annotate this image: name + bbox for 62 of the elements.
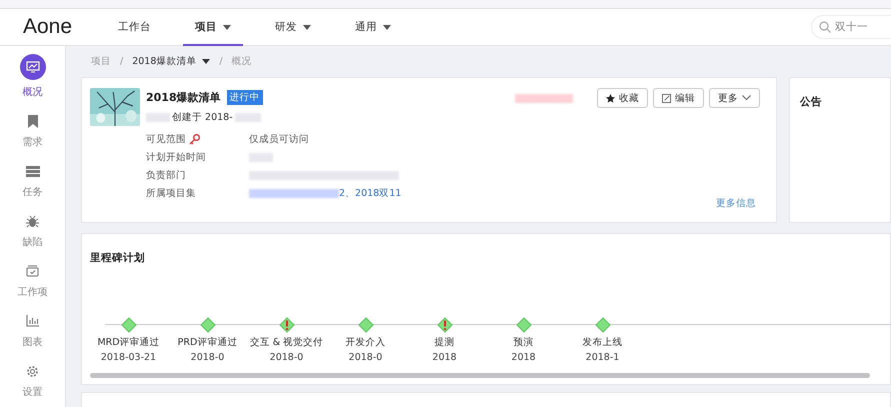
caret-icon bbox=[383, 24, 392, 30]
caret-icon bbox=[303, 24, 312, 30]
card-title: 公告 bbox=[800, 96, 822, 108]
milestone-name: 交互 & 视觉交付 bbox=[250, 336, 324, 349]
milestone-date: 2018-0 bbox=[270, 352, 304, 363]
nav-tab[interactable]: 项目 bbox=[183, 10, 244, 46]
field-label: 计划开始时间 bbox=[146, 151, 206, 165]
nav-tab[interactable]: 工作台 bbox=[106, 10, 164, 46]
inbox-icon bbox=[26, 265, 39, 277]
milestone-date: 2018 bbox=[432, 352, 457, 363]
breadcrumb-link[interactable]: 2018爆款清单 bbox=[132, 55, 210, 68]
milestone-name: 发布上线 bbox=[582, 336, 622, 349]
sidebar-item[interactable]: 任务 bbox=[22, 162, 42, 199]
search-field[interactable]: 双十一 bbox=[811, 15, 891, 39]
sidebar-item[interactable]: 需求 bbox=[22, 112, 42, 149]
caret-icon bbox=[202, 59, 210, 64]
milestone-name: PRD评审通过 bbox=[178, 336, 238, 349]
action-button[interactable]: 编辑 bbox=[653, 88, 704, 108]
action-button[interactable]: 更多 bbox=[709, 88, 760, 108]
chevron-down-icon bbox=[742, 95, 751, 101]
project-set-link[interactable]: 2、2018双11 bbox=[339, 186, 402, 201]
milestone-date: 2018 bbox=[511, 352, 536, 363]
sidebar-item[interactable]: 缺陷 bbox=[22, 212, 42, 249]
milestone-name: 开发介入 bbox=[346, 336, 386, 349]
status-badge: 进行中 bbox=[226, 90, 263, 105]
monitor-icon bbox=[26, 61, 40, 73]
edit-icon bbox=[662, 94, 671, 102]
project-title: 2018爆款清单 bbox=[146, 90, 221, 105]
bug-icon bbox=[26, 214, 39, 228]
search-icon bbox=[819, 21, 831, 33]
nav-tab[interactable]: 研发 bbox=[263, 10, 324, 46]
bookmark-icon bbox=[28, 114, 38, 128]
logo[interactable]: Aone bbox=[23, 15, 72, 39]
field-label: 可见范围 bbox=[146, 133, 186, 147]
milestone-name: MRD评审通过 bbox=[97, 336, 160, 349]
key-icon bbox=[189, 134, 200, 145]
settings-icon bbox=[26, 364, 39, 378]
breadcrumb-separator: / bbox=[219, 56, 223, 67]
card-title: 里程碑计划 bbox=[90, 252, 145, 264]
milestone-date: 2018-03-21 bbox=[100, 352, 156, 363]
more-info-link[interactable]: 更多信息 bbox=[716, 197, 756, 210]
milestone-date: 2018-0 bbox=[190, 352, 224, 363]
created-date: 创建于 2018- bbox=[172, 111, 233, 124]
field-label: 负责部门 bbox=[146, 169, 186, 183]
sidebar-item[interactable]: 工作项 bbox=[18, 262, 48, 299]
breadcrumb-separator: / bbox=[120, 56, 124, 67]
redacted-text bbox=[515, 94, 573, 103]
caret-icon bbox=[223, 24, 232, 30]
field-label: 所属项目集 bbox=[146, 187, 196, 201]
sidebar-item[interactable]: 图表 bbox=[22, 312, 42, 349]
star-icon bbox=[606, 94, 615, 102]
scrollbar[interactable] bbox=[90, 373, 870, 378]
action-button[interactable]: 收藏 bbox=[597, 88, 648, 108]
milestone-date: 2018-0 bbox=[348, 352, 382, 363]
milestone-name: 提测 bbox=[434, 336, 454, 349]
field-value: 仅成员可访问 bbox=[249, 133, 309, 147]
milestone-date: 2018-1 bbox=[586, 352, 620, 363]
bar-chart-icon bbox=[26, 315, 39, 327]
nav-tab[interactable]: 通用 bbox=[343, 10, 404, 46]
milestone-name: 预演 bbox=[514, 336, 534, 349]
sidebar-item[interactable]: 设置 bbox=[22, 362, 42, 399]
list-icon bbox=[26, 166, 40, 176]
